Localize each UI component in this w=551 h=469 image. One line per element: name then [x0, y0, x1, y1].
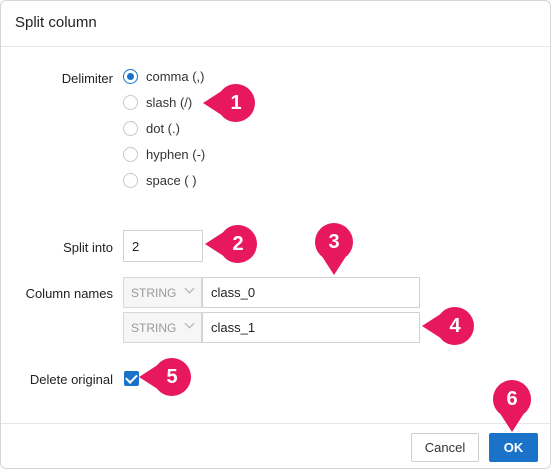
split-column-dialog: Split column Delimiter comma (,) slash (…: [0, 0, 551, 469]
callout-marker-6: 6: [493, 380, 531, 432]
delimiter-option-comma[interactable]: comma (,): [123, 67, 205, 85]
split-into-label: Split into: [63, 240, 113, 255]
column-names-label: Column names: [25, 286, 113, 301]
callout-marker-2: 2: [205, 225, 257, 263]
column-name-input[interactable]: class_1: [202, 312, 420, 343]
callout-number: 5: [166, 365, 178, 388]
delimiter-option-label: comma (,): [146, 68, 205, 84]
delimiter-option-label: dot (.): [146, 120, 180, 136]
callout-number: 1: [230, 91, 242, 114]
column-type-value: STRING: [131, 320, 177, 335]
dialog-header: Split column: [1, 1, 550, 47]
delimiter-option-label: hyphen (-): [146, 146, 206, 162]
callout-number: 6: [506, 387, 518, 410]
cancel-button[interactable]: Cancel: [411, 433, 479, 462]
ok-button[interactable]: OK: [489, 433, 538, 462]
delimiter-option-hyphen[interactable]: hyphen (-): [123, 145, 205, 163]
split-into-input[interactable]: 2: [123, 230, 203, 262]
radio-unselected-icon[interactable]: [123, 172, 138, 188]
column-name-input[interactable]: class_0: [202, 277, 420, 308]
delete-original-label: Delete original: [29, 372, 113, 387]
radio-unselected-icon[interactable]: [123, 94, 138, 110]
callout-marker-1: 1: [203, 84, 255, 122]
delimiter-option-label: space ( ): [146, 172, 197, 188]
radio-unselected-icon[interactable]: [123, 120, 138, 136]
chevron-down-icon: [184, 318, 195, 329]
callout-marker-3: 3: [315, 223, 353, 275]
radio-selected-icon[interactable]: [123, 68, 138, 84]
delimiter-option-label: slash (/): [146, 94, 193, 110]
column-type-select[interactable]: STRING: [123, 277, 202, 308]
delimiter-option-dot[interactable]: dot (.): [123, 119, 180, 137]
delimiter-option-space[interactable]: space ( ): [123, 171, 197, 189]
delimiter-label: Delimiter: [61, 71, 113, 86]
delimiter-option-slash[interactable]: slash (/): [123, 93, 192, 111]
dialog-title: Split column: [15, 14, 97, 31]
callout-number: 2: [232, 232, 244, 255]
callout-marker-5: 5: [139, 358, 191, 396]
callout-marker-4: 4: [422, 307, 474, 345]
chevron-down-icon: [184, 283, 195, 294]
column-type-select[interactable]: STRING: [123, 312, 202, 343]
callout-number: 3: [328, 230, 340, 253]
footer-divider: [1, 423, 550, 424]
column-type-value: STRING: [131, 285, 177, 300]
radio-unselected-icon[interactable]: [123, 146, 138, 162]
callout-number: 4: [449, 314, 461, 337]
checkbox-checked-icon[interactable]: [124, 371, 139, 386]
